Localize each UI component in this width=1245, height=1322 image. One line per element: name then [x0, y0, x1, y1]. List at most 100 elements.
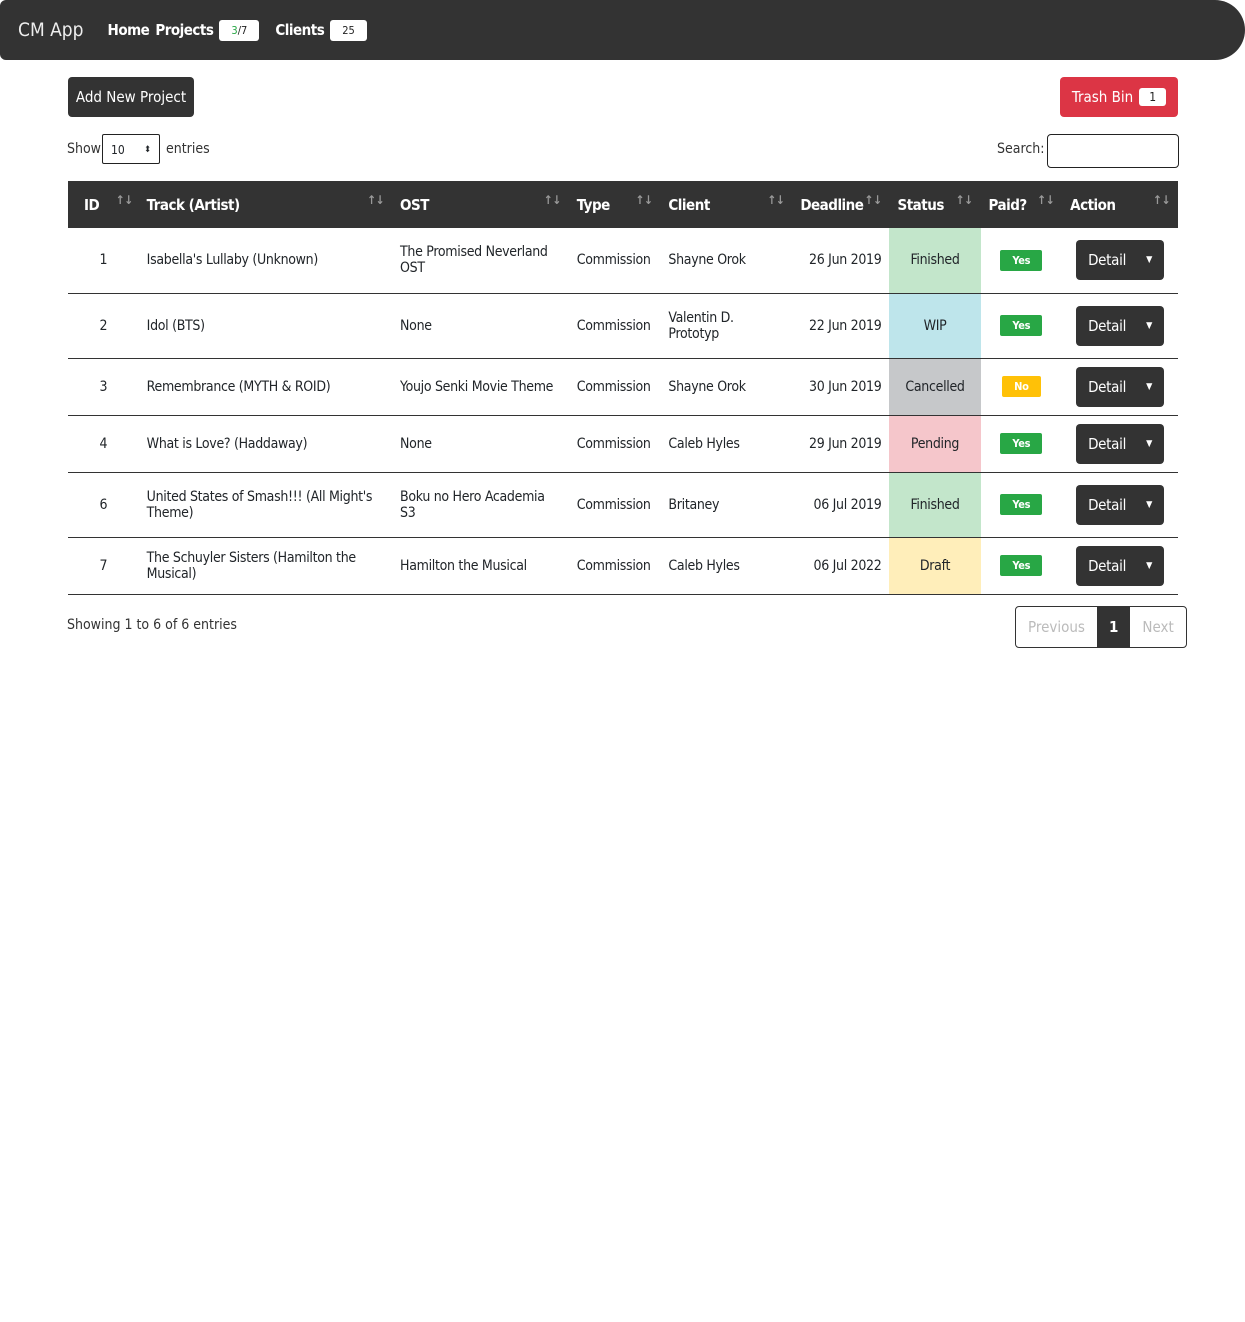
cell-ost: The Promised Neverland OST [392, 228, 569, 294]
caret-down-icon[interactable]: ▼ [1146, 439, 1152, 449]
column-header-ost[interactable]: OST ↑↓ [392, 181, 569, 228]
projects-total: /7 [237, 23, 248, 37]
cell-status: Finished [889, 228, 981, 294]
detail-dropdown-button[interactable]: Detail ▼ [1076, 305, 1165, 346]
cell-type: Commission [568, 537, 661, 595]
detail-dropdown-button[interactable]: Detail ▼ [1076, 545, 1165, 586]
page-1-button[interactable]: 1 [1096, 607, 1131, 647]
cell-paid: Yes [980, 472, 1063, 538]
header-label: Track (Artist) [146, 195, 240, 214]
cell-status: Pending [889, 415, 981, 473]
detail-dropdown-button[interactable]: Detail ▼ [1076, 366, 1165, 407]
cell-paid: Yes [980, 415, 1063, 473]
detail-dropdown-button[interactable]: Detail ▼ [1076, 484, 1165, 525]
pagination: Previous 1 Next [1015, 606, 1187, 648]
detail-label: Detail [1088, 434, 1127, 453]
column-header-track[interactable]: Track (Artist) ↑↓ [138, 181, 393, 228]
cell-action: Detail ▼ [1062, 358, 1178, 416]
navbar: CM App Home Projects 3/7 Clients 25 [0, 0, 1245, 60]
cell-paid: Yes [980, 228, 1063, 294]
column-header-type[interactable]: Type ↑↓ [568, 181, 661, 228]
column-header-client[interactable]: Client ↑↓ [660, 181, 793, 228]
clients-badge: 25 [330, 19, 367, 41]
column-header-status[interactable]: Status ↑↓ [889, 181, 981, 228]
cell-action: Detail ▼ [1062, 293, 1178, 359]
table-row: 6 United States of Smash!!! (All Might's… [68, 472, 1178, 538]
brand[interactable]: CM App [18, 19, 84, 41]
entries-label: entries [166, 141, 210, 157]
header-label: Deadline [800, 195, 864, 214]
show-label: Show [67, 141, 101, 157]
table-row: 7 The Schuyler Sisters (Hamilton the Mus… [68, 537, 1178, 595]
projects-badge: 3/7 [219, 19, 260, 41]
header-label: Client [668, 195, 710, 214]
header-label: OST [400, 195, 429, 214]
caret-down-icon[interactable]: ▼ [1146, 255, 1152, 265]
sort-icon: ↑↓ [955, 193, 973, 207]
cell-ost: None [392, 293, 569, 359]
cell-ost: None [392, 415, 569, 473]
trash-label: Trash Bin [1071, 88, 1134, 106]
cell-id: 1 [68, 228, 139, 294]
cell-deadline: 22 Jun 2019 [792, 293, 890, 359]
cell-track: Remembrance (MYTH & ROID) [138, 358, 393, 416]
cell-ost: Hamilton the Musical [392, 537, 569, 595]
cell-status: WIP [889, 293, 981, 359]
nav-home[interactable]: Home [108, 21, 150, 39]
cell-track: The Schuyler Sisters (Hamilton the Music… [138, 537, 393, 595]
entries-select[interactable]: 10 ⬍ [102, 134, 160, 164]
cell-track: What is Love? (Haddaway) [138, 415, 393, 473]
caret-down-icon[interactable]: ▼ [1146, 321, 1152, 331]
cell-client: Shayne Orok [660, 358, 793, 416]
updown-icon: ⬍ [144, 145, 151, 155]
cell-action: Detail ▼ [1062, 537, 1178, 595]
table-info: Showing 1 to 6 of 6 entries [67, 617, 237, 633]
cell-type: Commission [568, 472, 661, 538]
next-button[interactable]: Next [1130, 607, 1185, 647]
detail-dropdown-button[interactable]: Detail ▼ [1076, 423, 1165, 464]
projects-table: ID ↑↓ Track (Artist) ↑↓ OST ↑↓ Type ↑↓ Client ↑↓ D… [68, 181, 1178, 595]
sort-icon: ↑↓ [115, 193, 134, 207]
nav-projects[interactable]: Projects [155, 21, 214, 39]
cell-action: Detail ▼ [1062, 228, 1178, 294]
column-header-deadline[interactable]: Deadline ↑↓ [792, 181, 890, 228]
cell-client: Caleb Hyles [660, 415, 793, 473]
caret-down-icon[interactable]: ▼ [1146, 561, 1152, 571]
paid-badge: Yes [1000, 249, 1043, 271]
detail-label: Detail [1088, 556, 1127, 575]
cell-client: Shayne Orok [660, 228, 793, 294]
cell-id: 4 [68, 415, 139, 473]
cell-type: Commission [568, 293, 661, 359]
column-header-paid[interactable]: Paid? ↑↓ [980, 181, 1063, 228]
sort-icon: ↑↓ [366, 193, 385, 207]
table-row: 3 Remembrance (MYTH & ROID) Youjo Senki … [68, 358, 1178, 416]
table-row: 2 Idol (BTS) None Commission Valentin D.… [68, 293, 1178, 359]
detail-label: Detail [1088, 495, 1127, 514]
entries-value: 10 [111, 143, 125, 157]
add-new-project-button[interactable]: Add New Project [68, 77, 194, 117]
search-label: Search: [997, 141, 1045, 157]
search-input[interactable] [1047, 134, 1179, 168]
caret-down-icon[interactable]: ▼ [1146, 382, 1152, 392]
detail-dropdown-button[interactable]: Detail ▼ [1076, 240, 1165, 281]
column-header-action[interactable]: Action ↑↓ [1062, 181, 1178, 228]
trash-count-badge: 1 [1139, 88, 1167, 106]
cell-client: Britaney [660, 472, 793, 538]
cell-id: 3 [68, 358, 139, 416]
cell-deadline: 29 Jun 2019 [792, 415, 890, 473]
header-label: Action [1070, 195, 1116, 214]
cell-track: Isabella's Lullaby (Unknown) [138, 228, 393, 294]
sort-icon: ↑↓ [767, 193, 785, 207]
previous-button[interactable]: Previous [1016, 607, 1097, 647]
trash-bin-button[interactable]: Trash Bin 1 [1060, 77, 1178, 117]
cell-action: Detail ▼ [1062, 472, 1178, 538]
cell-client: Valentin D. Prototyp [660, 293, 793, 359]
column-header-id[interactable]: ID ↑↓ [68, 181, 139, 228]
cell-deadline: 06 Jul 2019 [792, 472, 890, 538]
cell-ost: Youjo Senki Movie Theme [392, 358, 569, 416]
cell-status: Finished [889, 472, 981, 538]
nav-clients[interactable]: Clients [275, 21, 324, 39]
caret-down-icon[interactable]: ▼ [1146, 500, 1152, 510]
cell-type: Commission [568, 358, 661, 416]
cell-id: 7 [68, 537, 139, 595]
